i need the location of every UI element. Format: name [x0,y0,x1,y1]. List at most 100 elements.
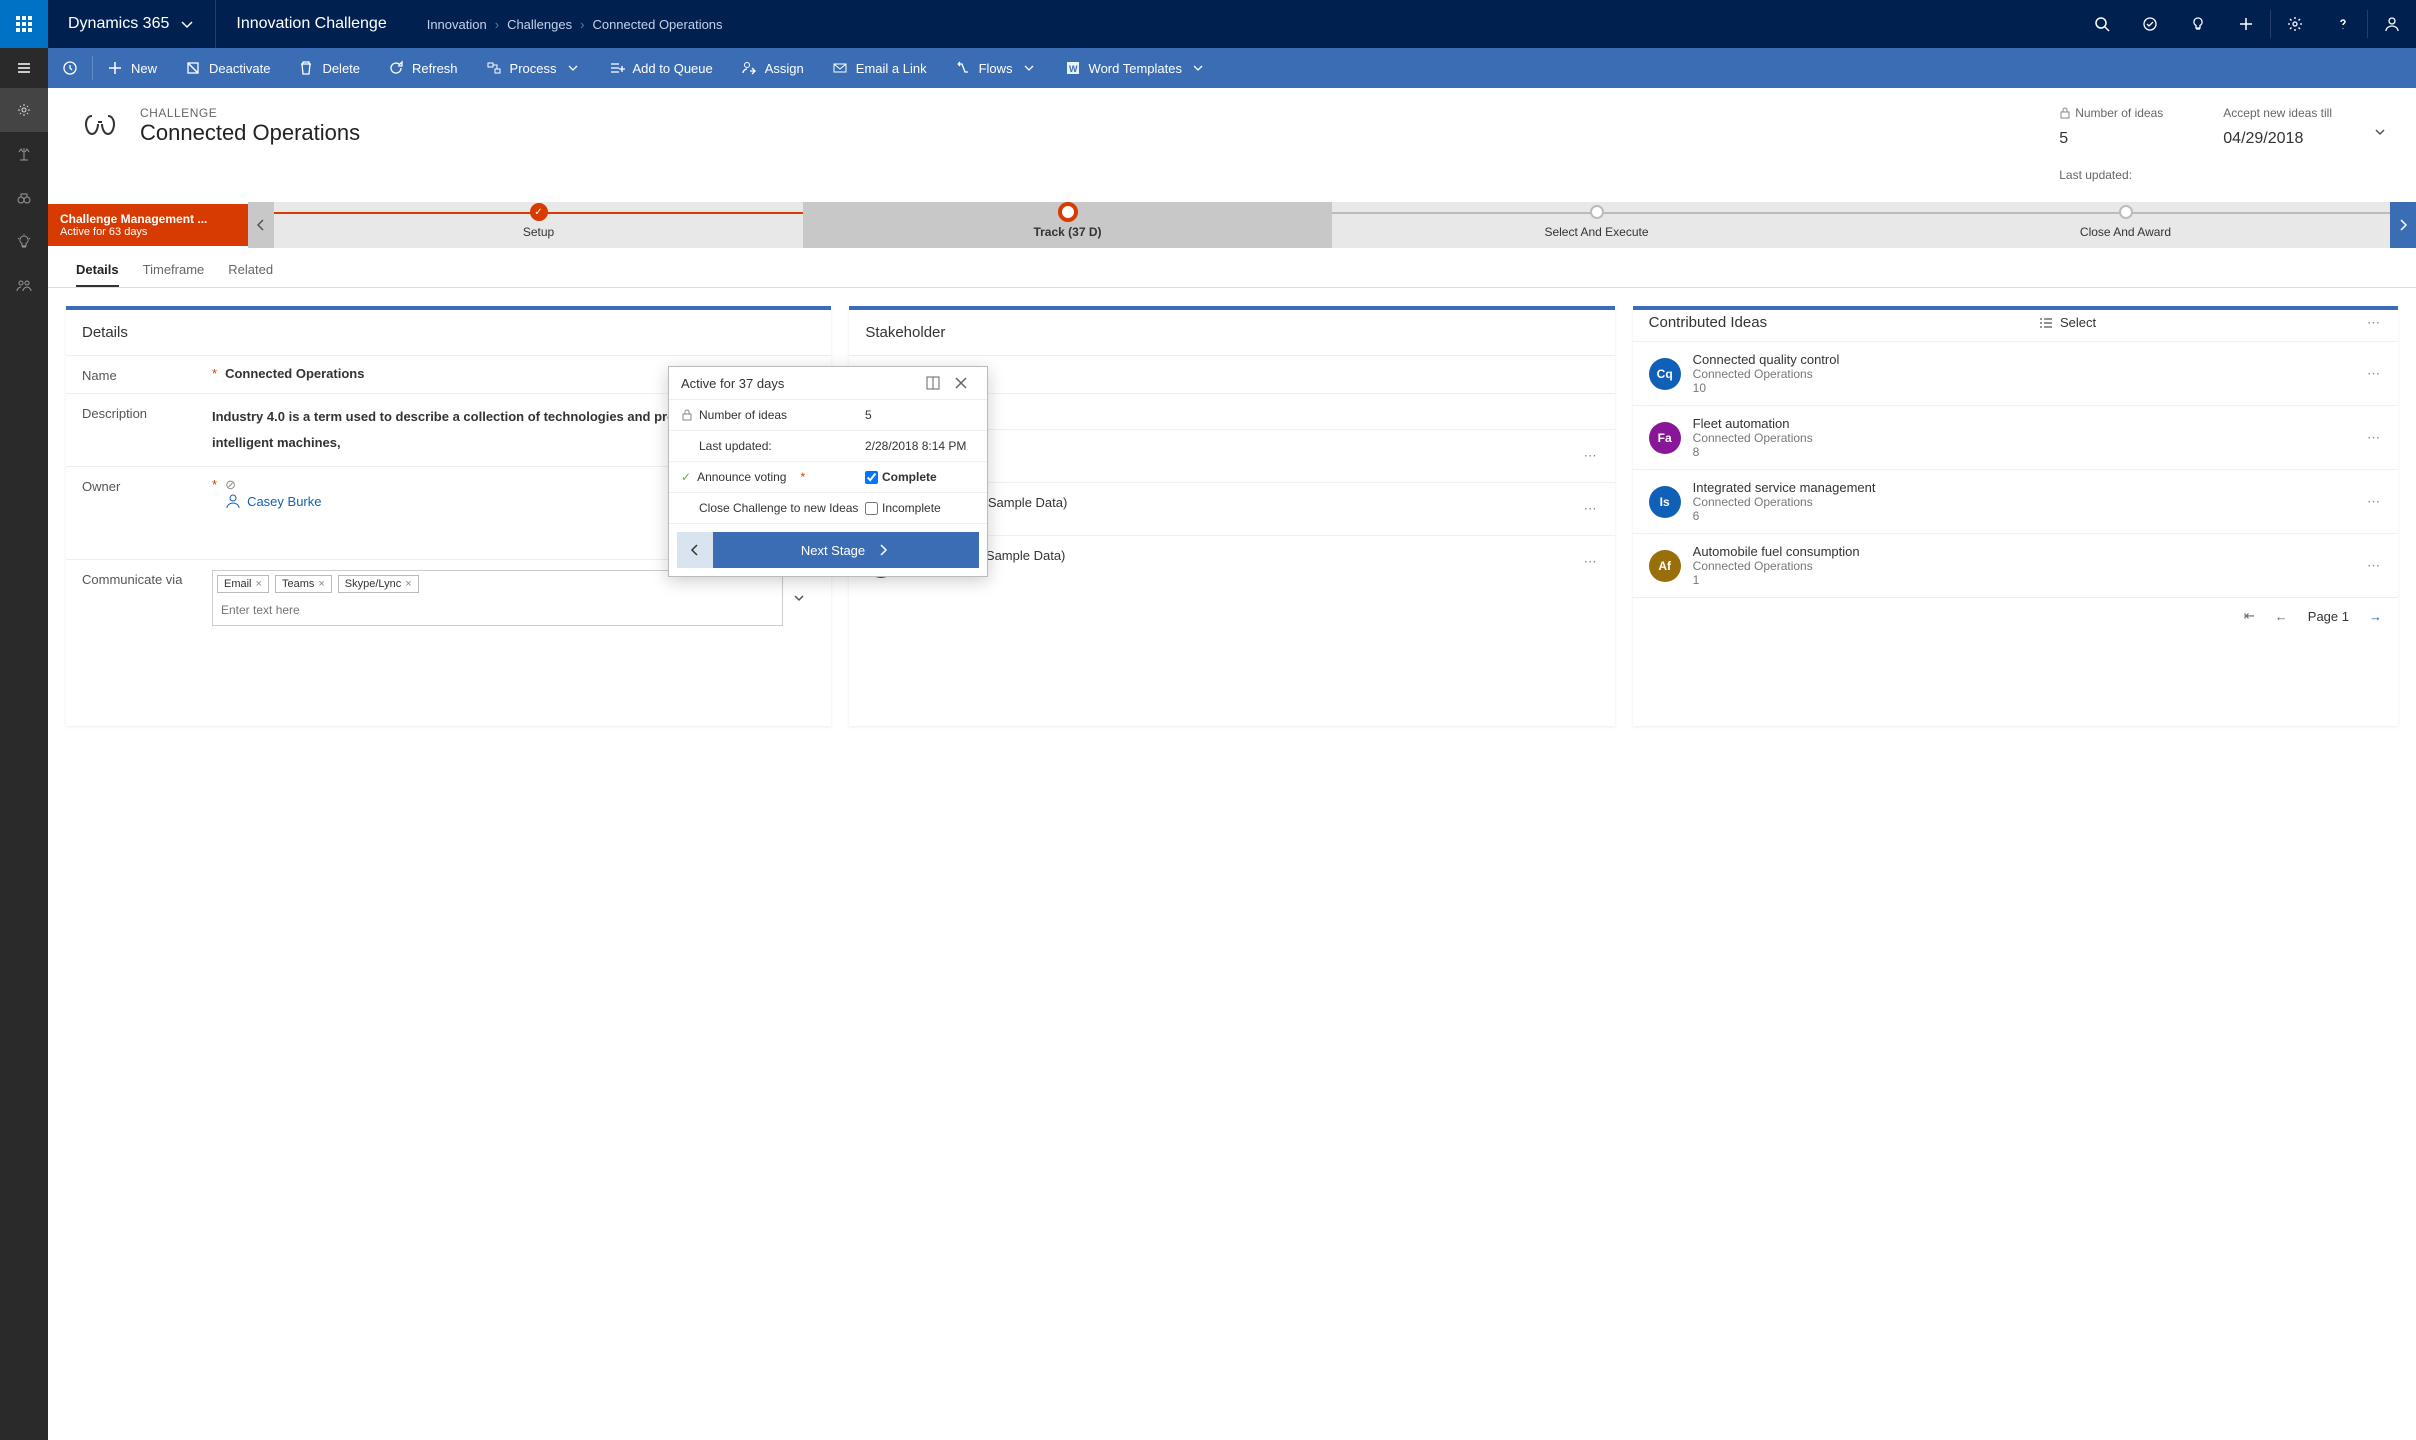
idea-subtitle: Connected Operations [1693,367,1840,381]
check-icon: ✓ [681,470,691,484]
avatar: Cq [1649,358,1681,390]
close-button[interactable] [947,375,975,391]
question-icon [2335,16,2351,32]
communicate-tags[interactable]: Email× Teams× Skype/Lync× [212,570,783,626]
list-icon [2038,315,2054,331]
brand-label: Dynamics 365 [68,15,169,33]
tag-remove-button[interactable]: × [318,578,324,590]
tabs: Details Timeframe Related [48,248,2416,288]
close-challenge-label: Close Challenge to new Ideas [699,501,858,515]
brand-dropdown[interactable]: Dynamics 365 [48,15,215,33]
idea-row[interactable]: Af Automobile fuel consumptionConnected … [1633,533,2398,597]
complete-checkbox[interactable]: Complete [865,470,975,484]
idea-subtitle: Connected Operations [1693,495,1876,509]
chevron-down-icon [1190,60,1206,76]
stage-close-award[interactable]: Close And Award [1861,202,2390,248]
breadcrumb-item[interactable]: Challenges [507,17,572,32]
more-button[interactable]: ⋯ [1584,501,1599,517]
delete-button[interactable]: Delete [284,48,374,88]
trash-icon [298,60,314,76]
process-flow-label[interactable]: Challenge Management ... Active for 63 d… [48,204,248,246]
chevron-down-icon [1021,60,1037,76]
stage-select-execute[interactable]: Select And Execute [1332,202,1861,248]
word-templates-button[interactable]: WWord Templates [1051,48,1220,88]
nav-toggle-button[interactable] [0,48,48,88]
tag-remove-button[interactable]: × [256,578,262,590]
account-button[interactable] [2368,0,2416,48]
refresh-button[interactable]: Refresh [374,48,472,88]
idea-row[interactable]: Is Integrated service managementConnecte… [1633,469,2398,533]
command-bar: New Deactivate Delete Refresh Process Ad… [0,48,2416,88]
incomplete-checkbox[interactable]: Incomplete [865,501,975,515]
chevron-down-icon [565,60,581,76]
more-button[interactable]: ⋯ [2367,366,2382,382]
breadcrumb-item[interactable]: Connected Operations [592,17,722,32]
more-button[interactable]: ⋯ [1584,448,1599,464]
search-button[interactable] [2078,0,2126,48]
tab-timeframe[interactable]: Timeframe [143,262,205,287]
tag-remove-button[interactable]: × [405,578,411,590]
tag-input[interactable] [217,599,778,621]
stage-track[interactable]: Track (37 D) [803,202,1332,248]
app-launcher-button[interactable] [0,0,48,48]
settings-button[interactable] [2271,0,2319,48]
gear-icon [2287,16,2303,32]
deactivate-button[interactable]: Deactivate [171,48,284,88]
rail-item-people[interactable] [0,264,48,308]
prev-page-button[interactable]: ← [2275,609,2288,624]
more-button[interactable]: ⋯ [1584,554,1599,570]
more-button[interactable]: ⋯ [2367,494,2382,510]
add-button[interactable] [2222,0,2270,48]
tab-related[interactable]: Related [228,262,273,287]
pager: ⇤ ← Page 1 → [1633,597,2398,634]
left-nav-rail [0,88,48,1440]
idea-row[interactable]: Fa Fleet automationConnected Operations8… [1633,405,2398,469]
next-page-button[interactable]: → [2369,609,2382,624]
idea-count: 6 [1693,509,1876,523]
select-view-button[interactable]: Select [2038,315,2096,331]
record-type-label: CHALLENGE [140,106,360,120]
rail-item-settings[interactable] [0,88,48,132]
idea-subtitle: Connected Operations [1693,431,1813,445]
insights-button[interactable] [2174,0,2222,48]
popup-last-label: Last updated: [699,439,772,453]
process-icon [486,60,502,76]
flyout-title: Active for 37 days [681,376,919,391]
lock-icon [2059,107,2071,119]
top-bar: Dynamics 365 Innovation Challenge Innova… [0,0,2416,48]
new-button[interactable]: New [93,48,171,88]
chevron-right-icon: › [580,17,584,32]
task-button[interactable] [2126,0,2174,48]
idea-count: 8 [1693,445,1813,459]
accept-till-label: Accept new ideas till [2223,106,2332,120]
prev-stage-button[interactable] [677,532,713,568]
rail-item-balance[interactable] [0,132,48,176]
chevron-down-icon [179,16,195,32]
expand-header-button[interactable] [2372,106,2388,182]
tag-dropdown-button[interactable] [783,590,815,606]
tab-details[interactable]: Details [76,262,119,287]
process-next-button[interactable] [2390,202,2416,248]
more-button[interactable]: ⋯ [2367,430,2382,446]
assign-button[interactable]: Assign [727,48,818,88]
email-link-button[interactable]: Email a Link [818,48,941,88]
breadcrumb-item[interactable]: Innovation [427,17,487,32]
flows-button[interactable]: Flows [941,48,1051,88]
process-prev-button[interactable] [248,202,274,248]
rail-item-idea[interactable] [0,220,48,264]
add-to-queue-button[interactable]: Add to Queue [595,48,727,88]
help-button[interactable] [2319,0,2367,48]
binoculars-icon [16,190,32,206]
chevron-down-icon [2372,124,2388,140]
more-button[interactable]: ⋯ [2367,558,2382,574]
more-button[interactable]: ⋯ [2367,315,2382,331]
first-page-button[interactable]: ⇤ [2244,608,2255,624]
stage-setup[interactable]: ✓Setup [274,202,803,248]
tag-skype: Skype/Lync× [338,575,419,593]
dock-button[interactable] [919,375,947,391]
idea-row[interactable]: Cq Connected quality controlConnected Op… [1633,341,2398,405]
rail-item-binoculars[interactable] [0,176,48,220]
recent-button[interactable] [48,48,92,88]
process-button[interactable]: Process [472,48,595,88]
next-stage-button[interactable]: Next Stage [713,532,979,568]
